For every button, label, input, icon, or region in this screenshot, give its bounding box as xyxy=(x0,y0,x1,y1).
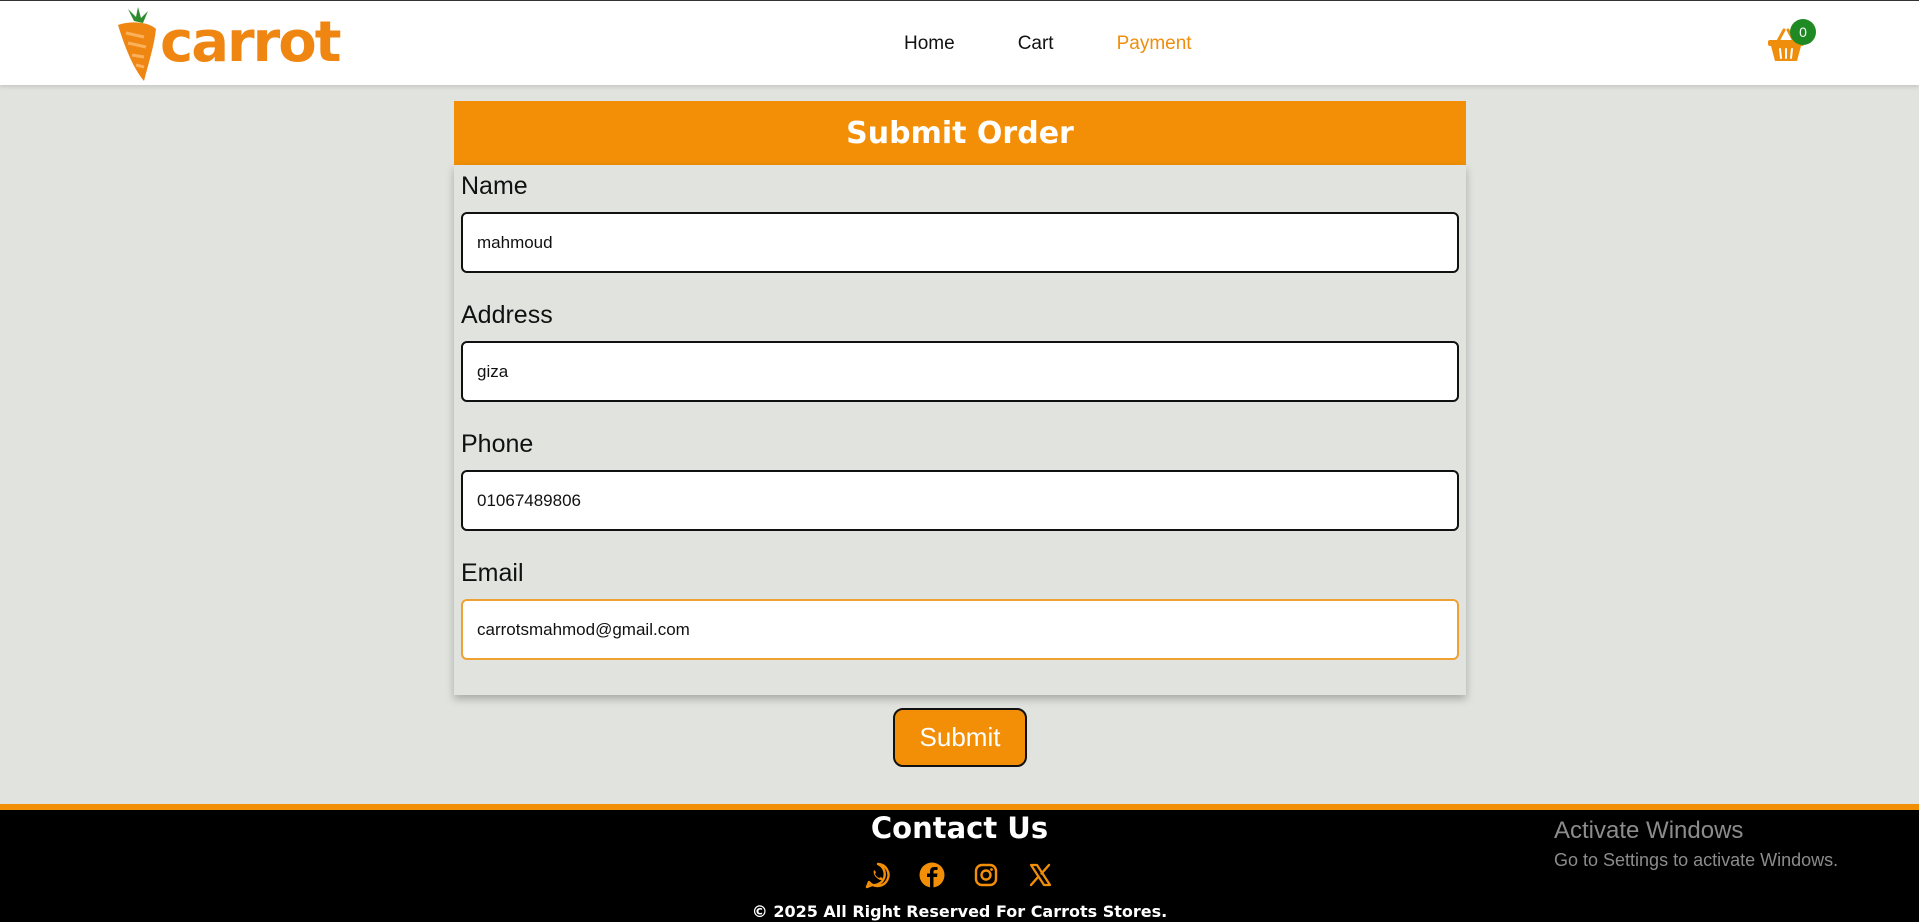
activate-windows-subtitle: Go to Settings to activate Windows. xyxy=(1554,850,1839,870)
phone-label: Phone xyxy=(461,430,534,458)
form-title: Submit Order xyxy=(454,101,1466,165)
x-icon[interactable] xyxy=(1026,861,1054,889)
site-header: carrot Home Cart Payment 0 xyxy=(0,0,1919,85)
email-field[interactable] xyxy=(461,599,1459,660)
carrot-logo[interactable]: carrot xyxy=(114,7,354,83)
facebook-icon[interactable] xyxy=(918,861,946,889)
name-field[interactable] xyxy=(461,212,1459,273)
instagram-icon[interactable] xyxy=(972,861,1000,889)
whatsapp-icon[interactable] xyxy=(864,861,892,889)
phone-field[interactable] xyxy=(461,470,1459,531)
submit-button[interactable]: Submit xyxy=(893,708,1027,767)
social-links xyxy=(864,861,1054,889)
address-field[interactable] xyxy=(461,341,1459,402)
address-label: Address xyxy=(461,301,553,329)
nav-payment-link[interactable]: Payment xyxy=(1117,33,1192,55)
carrot-logo-icon xyxy=(118,7,156,82)
logo-text: carrot xyxy=(160,9,341,75)
cart-count-badge: 0 xyxy=(1790,19,1816,45)
name-label: Name xyxy=(461,172,528,200)
email-label: Email xyxy=(461,559,524,587)
nav-cart-link[interactable]: Cart xyxy=(1018,33,1054,55)
main-nav: Home Cart Payment xyxy=(904,1,1255,86)
nav-home-link[interactable]: Home xyxy=(904,33,955,55)
copyright-text: © 2025 All Right Reserved For Carrots St… xyxy=(751,902,1168,921)
activate-windows-title: Activate Windows xyxy=(1554,817,1744,844)
